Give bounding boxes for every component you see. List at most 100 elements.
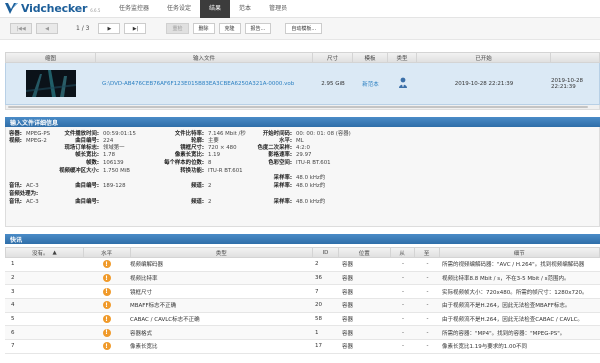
row-type: 视频比特率 [130,276,158,283]
report-button[interactable]: 报告... [244,23,272,34]
col-input-file[interactable]: 输入文件 [96,53,313,62]
row-number: 4 [11,302,15,309]
col-template[interactable]: 模板 [353,53,388,62]
detail-frame-size: 镜框尺寸: 720 × 480 [180,145,237,151]
row-number: 1 [11,261,15,268]
warning-icon: ! [102,301,111,310]
auto-template-button[interactable]: 自动模板... [285,23,323,34]
first-page-button[interactable]: |◀◀ [10,23,32,34]
alerts-table-body: 1! 视频编解码器 2 容器 - - 所需的视频编解码器："AVC / H.264"。找到视… [5,258,600,354]
row-type: CABAC / CAVLC标志不正确 [130,317,200,324]
col-started[interactable]: 已开始 [417,53,551,62]
clone-button[interactable]: 克隆 [218,23,241,34]
row-id: 1 [315,329,319,336]
row-type: 容器格式 [130,330,153,337]
col-size[interactable]: 尺寸 [313,53,353,62]
row-position: 容器 [342,317,354,324]
next-page-button[interactable]: ▶ [98,23,121,34]
delete-button[interactable]: 删除 [192,23,215,34]
horizontal-scrollbar[interactable] [5,105,600,110]
nav-task-settings[interactable]: 任务设定 [158,0,200,18]
template-link[interactable]: 新范本 [353,63,388,104]
row-id: 20 [315,302,322,309]
detail-aspect: 帧长宽比: 1.78 [75,152,116,158]
alerts-section-header: 快讯 [5,234,600,244]
row-number: 5 [11,316,15,323]
main-nav: 任务监控器 任务设定 结果 范本 管理员 [110,0,296,18]
table-row[interactable]: 6! 容器格式 1 容器 - - 所需的容器："MP4"。找到的容器："MPEG-PS"。 [5,326,600,341]
row-from: - [402,329,404,336]
detail-level: 水平: ML [279,138,304,144]
col-level[interactable]: 水平 [84,248,131,257]
prev-page-button[interactable]: ◀ [36,23,58,34]
col-position[interactable]: 位置 [339,248,391,257]
nav-task-monitor[interactable]: 任务监控器 [110,0,158,18]
row-level: ! [83,258,130,271]
row-id: 36 [315,275,322,282]
files-table: 缩图 输入文件 尺寸 模板 类型 已开始 G:\DVD-AB476CEB76AF… [5,52,600,110]
row-position: 容器 [342,276,354,283]
warning-icon: ! [102,342,111,351]
row-to: - [426,343,429,350]
detail-vbuffer: 视频缓冲区大小: 1.750 MiB [59,168,130,174]
detail-video: 视频: MPEG-2 [9,138,47,144]
table-row[interactable]: 1! 视频编解码器 2 容器 - - 所需的视频编解码器："AVC / H.264"。找到视… [5,258,600,272]
col-number[interactable]: 没有。 ▲ [6,248,84,257]
nav-admin[interactable]: 管理员 [260,0,296,18]
row-from: - [402,275,404,282]
row-type: 视频编解码器 [130,262,164,269]
row-id: 2 [315,261,319,268]
table-row[interactable]: 4! MBAFF标志不正确 20 容器 - - 由于视频流不是H.264，因此无法检查MBA… [5,299,600,313]
detail-audio-processing: 音频处理为: [9,191,39,197]
col-type[interactable]: 类型 [388,53,417,62]
alerts-table-header: 没有。 ▲ 水平 类型 ID 位置 从 至 细节 [5,247,600,258]
row-position: 容器 [342,303,354,310]
row-to: - [426,329,429,336]
table-row[interactable]: 2! 视频比特率 36 容器 - - 视频比特率8.8 Mbit / s，不在3-5 Mbi… [5,271,600,286]
detail-transfer: 转换功能: ITU-R BT.601 [180,168,243,174]
col-from[interactable]: 从 [391,248,415,257]
detail-bitrate: 文件比特率: 7.146 Mbit /秒 [174,131,246,137]
col-type[interactable]: 类型 [131,248,313,257]
nav-results[interactable]: 结果 [200,0,231,18]
details-panel: 容器: MPEG-PS 视频: MPEG-2 文件播放时间: 00:59:01:15 … [5,127,600,227]
row-from: - [402,316,404,323]
col-to[interactable]: 至 [415,248,440,257]
scrollbar-thumb[interactable] [8,106,588,108]
started-time-2: 2019-10-28 22:21:39 [551,77,583,90]
row-position: 容器 [342,330,354,337]
last-page-button[interactable]: ▶| [124,23,147,34]
table-row[interactable]: 3! 镜框尺寸 7 容器 - - 实际视频帧大小：720x480。所需的帧尺寸：1280x7… [5,285,600,300]
col-thumbnail[interactable]: 缩图 [6,53,96,62]
nav-templates[interactable]: 范本 [230,0,260,18]
detail-audio-2: 音讯: AC-3 [9,199,39,205]
row-to: - [426,302,429,309]
row-id: 7 [315,288,319,295]
table-row[interactable]: G:\DVD-AB476CEB76AF6F123E015B83EA3CBEA62… [5,63,600,105]
detail-audio-1-track: 曲目编号: 189-128 [75,183,126,189]
detail-audio-1-sample-rate: 采样率: 48.0 kHz的 [273,183,326,189]
row-type: 镜框尺寸 [130,289,153,296]
detail-audio-1: 音讯: AC-3 [9,183,39,189]
input-file-link[interactable]: G:\DVD-AB476CEB76AF6F123E015B83EA3CBEA62… [96,63,313,104]
row-type: MBAFF标志不正确 [130,303,177,310]
app-version: 6.6.5 [90,8,101,13]
warning-icon: ! [102,260,111,269]
col-detail[interactable]: 细节 [440,248,599,257]
detail-audio-1-channels: 频道: 2 [191,183,212,189]
started-time: 2019-10-28 22:21:39 [454,80,514,87]
row-to: - [426,288,429,295]
recheck-button[interactable]: 重检 [166,23,189,34]
detail-chroma: 色度二次采样: 4:2:0 [257,145,310,151]
row-position: 容器 [342,262,354,269]
detail-audio-2-channels: 频道: 2 [191,199,212,205]
detail-audio-2-sample-rate: 采样率: 48.0 kHz的 [273,199,326,205]
row-number: 6 [11,329,15,336]
table-row[interactable]: 5! CABAC / CAVLC标志不正确 58 容器 - - 由于视频流不是H.264，因… [5,312,600,327]
detail-frames: 帧数: 106139 [86,160,124,166]
col-id[interactable]: ID [313,248,339,257]
row-from: - [402,343,404,350]
detail-fps: 影格速率: 29.97 [268,152,312,158]
table-row[interactable]: 7! 像素长宽比 17 容器 - - 像素长宽比1.19与要求的1.00不同 [5,340,600,354]
warning-icon: ! [102,274,111,283]
